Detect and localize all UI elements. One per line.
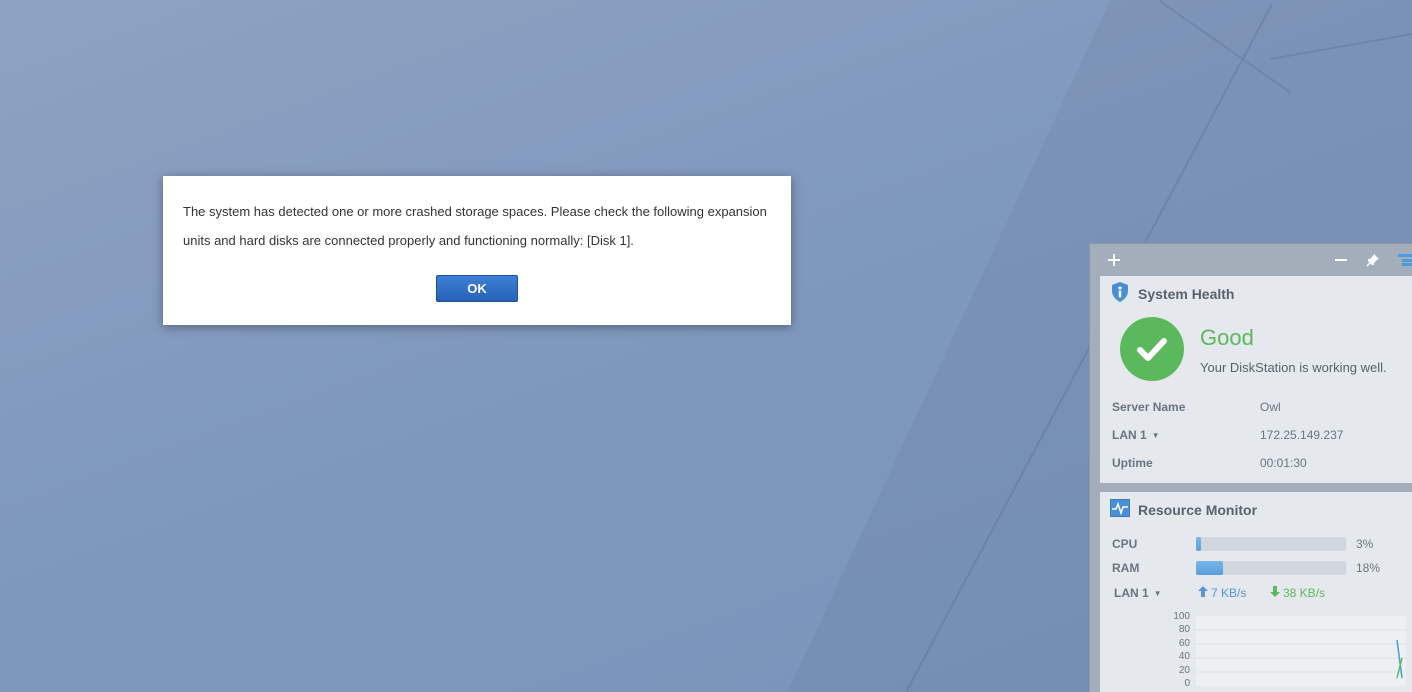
lan-traffic-selector[interactable]: LAN 1 ▼: [1114, 586, 1162, 600]
health-description: Your DiskStation is working well.: [1200, 360, 1387, 375]
resource-monitor-header: Resource Monitor: [1110, 498, 1257, 522]
monitor-graph-icon: [1110, 498, 1130, 522]
info-shield-icon: [1110, 281, 1130, 308]
status-check-icon: [1120, 317, 1184, 381]
upload-arrow-icon: [1198, 586, 1208, 600]
upload-rate-value: 7 KB/s: [1211, 586, 1247, 600]
cpu-label: CPU: [1112, 537, 1138, 551]
ram-usage-fill: [1196, 561, 1223, 575]
chevron-down-icon: ▼: [1153, 588, 1162, 598]
pin-icon[interactable]: [1361, 248, 1385, 272]
plus-icon[interactable]: [1102, 248, 1126, 272]
uptime-label: Uptime: [1112, 456, 1153, 470]
network-chart: [1196, 616, 1406, 686]
server-name-value: Owl: [1260, 400, 1281, 414]
download-arrow-icon: [1270, 586, 1280, 600]
wallpaper-line: [1270, 23, 1412, 60]
resource-monitor-title: Resource Monitor: [1138, 502, 1258, 518]
chart-tick: 100: [1173, 611, 1190, 622]
ram-percent: 18%: [1356, 561, 1381, 575]
lan-traffic-label: LAN 1: [1114, 586, 1149, 600]
lan-selector[interactable]: LAN 1 ▼: [1112, 428, 1160, 442]
widget-toolbar: [1090, 244, 1412, 276]
download-rate: 38 KB/s: [1270, 586, 1325, 600]
cpu-usage-fill: [1196, 537, 1201, 551]
lan-label: LAN 1: [1112, 428, 1147, 442]
chart-tick: 0: [1184, 678, 1190, 689]
cpu-usage-bar: [1196, 537, 1346, 551]
ram-label: RAM: [1112, 561, 1140, 575]
uptime-value: 00:01:30: [1260, 456, 1307, 470]
wallpaper-line: [1158, 0, 1292, 94]
chart-tick: 60: [1178, 638, 1190, 649]
minus-icon[interactable]: [1329, 248, 1353, 272]
ok-button[interactable]: OK: [436, 275, 518, 302]
lan-ip-value: 172.25.149.237: [1260, 428, 1344, 442]
system-health-card: System Health Good Your DiskStation is w…: [1100, 276, 1412, 483]
system-health-title: System Health: [1138, 286, 1235, 302]
network-chart-svg: [1196, 629, 1406, 679]
server-name-label: Server Name: [1112, 400, 1186, 414]
widget-panel: System Health Good Your DiskStation is w…: [1089, 243, 1412, 692]
chart-tick: 20: [1178, 665, 1190, 676]
chart-tick: 40: [1178, 651, 1190, 662]
system-health-header: System Health: [1110, 281, 1235, 308]
download-rate-value: 38 KB/s: [1283, 586, 1326, 600]
layout-icon[interactable]: [1393, 248, 1412, 272]
crash-alert-dialog: The system has detected one or more cras…: [163, 176, 791, 325]
ram-usage-bar: [1196, 561, 1346, 575]
chevron-down-icon: ▼: [1151, 430, 1160, 440]
resource-monitor-card: Resource Monitor CPU 3% RAM 18% LAN 1 ▼ …: [1100, 492, 1412, 692]
cpu-percent: 3%: [1356, 537, 1374, 551]
health-status: Good: [1200, 325, 1254, 350]
chart-tick: 80: [1178, 624, 1190, 635]
upload-rate: 7 KB/s: [1198, 586, 1246, 600]
dialog-message: The system has detected one or more cras…: [183, 204, 767, 248]
